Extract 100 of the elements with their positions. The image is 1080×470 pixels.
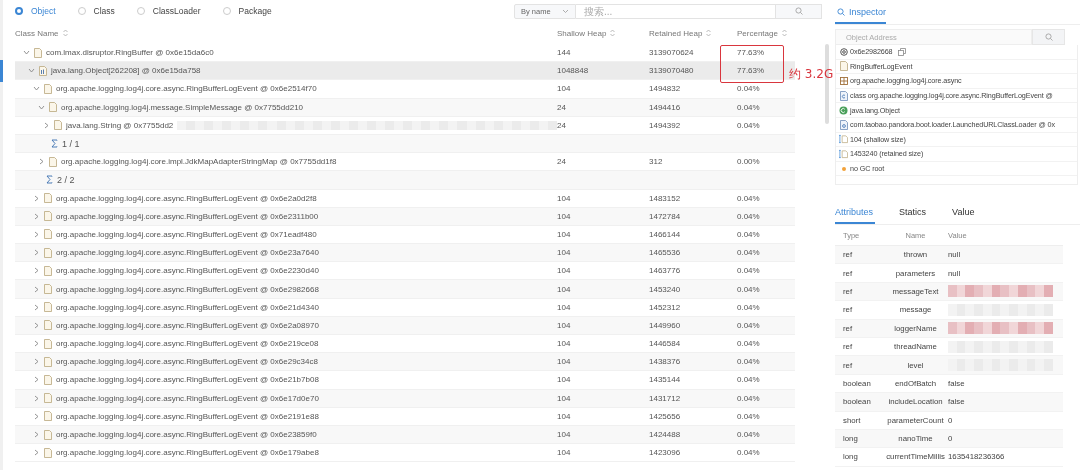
class-name: java.lang.String @ 0x7755dd2 <box>66 120 174 130</box>
file-icon <box>54 120 62 131</box>
copy-icon[interactable] <box>898 47 907 56</box>
retained-heap: 1465536 <box>649 248 681 258</box>
summary-row[interactable]: 2 / 2 <box>15 171 795 190</box>
chevron-icon[interactable] <box>33 394 40 402</box>
class-name: org.apache.logging.log4j.message.SimpleMessage @ 0x7755dd210 <box>61 102 304 112</box>
chevron-icon[interactable] <box>33 303 40 311</box>
selection-bar <box>0 60 3 83</box>
shallow-heap: 24 <box>557 102 566 112</box>
retained-heap: 1435144 <box>649 375 681 385</box>
chevron-icon[interactable] <box>33 376 40 384</box>
file-icon <box>44 265 52 276</box>
summary-count: 2 / 2 <box>57 174 75 185</box>
tab[interactable]: Attributes <box>835 207 876 224</box>
column-header[interactable]: Shallow Heap <box>557 28 607 38</box>
table-row[interactable]: org.apache.logging.log4j.core.async.RingBufferLogEvent @ 0x6e29c34c8 104 1438376 0.04% <box>15 353 795 372</box>
chevron-icon[interactable] <box>33 85 40 93</box>
column-header[interactable]: Class Name <box>15 28 59 38</box>
retained-heap: 1431712 <box>649 393 681 403</box>
percentage: 77.63% <box>737 48 765 58</box>
percentage: 0.04% <box>737 248 760 258</box>
shallow-heap: 104 <box>557 320 571 330</box>
retained-heap: 1438376 <box>649 357 681 367</box>
chevron-icon[interactable] <box>33 267 40 275</box>
class-name: org.apache.logging.log4j.core.async.RingBufferLogEvent @ 0x6e2311b00 <box>56 211 319 221</box>
retained-heap: 1449960 <box>649 320 681 330</box>
file-icon <box>44 193 52 204</box>
retained-heap: 1466144 <box>649 229 681 239</box>
percentage: 0.04% <box>737 284 760 294</box>
file-icon <box>44 247 52 258</box>
retained-heap: 1463776 <box>649 266 681 276</box>
chevron-icon[interactable] <box>43 121 50 129</box>
chevron-icon[interactable] <box>33 431 40 439</box>
search-field[interactable]: 搜索... <box>576 3 776 19</box>
shallow-heap: 104 <box>557 393 571 403</box>
chevron-icon[interactable] <box>38 158 45 166</box>
file-icon <box>44 447 52 458</box>
chevron-icon[interactable] <box>33 230 40 238</box>
shallow-heap: 104 <box>557 339 571 349</box>
search-icon <box>837 8 845 16</box>
chevron-icon[interactable] <box>33 194 40 202</box>
file-icon <box>44 83 52 94</box>
radio-button[interactable]: ClassLoader <box>136 6 201 16</box>
summary-count: 1 / 1 <box>62 138 80 149</box>
chevron-icon[interactable] <box>33 340 40 348</box>
shallow-heap: 104 <box>557 375 571 385</box>
chevron-icon[interactable] <box>33 412 40 420</box>
table-row[interactable]: org.apache.logging.log4j.core.async.RingBufferLogEvent @ 0x6e2982668 104 1453240 0.04% <box>15 280 795 299</box>
class-name: com.lmax.disruptor.RingBuffer @ 0x6e15da6c0 <box>46 48 214 58</box>
retained-heap: 1446584 <box>649 339 681 349</box>
column-header[interactable]: Percentage <box>737 28 778 38</box>
sort-icon[interactable] <box>610 29 616 37</box>
file-icon <box>44 374 52 385</box>
class-name: org.apache.logging.log4j.core.async.RingBufferLogEvent @ 0x6e29c34c8 <box>56 357 318 367</box>
inspector-tab[interactable]: Inspector <box>835 7 887 24</box>
search-button[interactable] <box>776 3 822 19</box>
table-row[interactable]: org.apache.logging.log4j.core.async.RingBufferLogEvent @ 0x6e23a7640 104 1465536 0.04% <box>15 244 795 263</box>
chevron-icon[interactable] <box>33 321 40 329</box>
sort-icon[interactable] <box>62 29 68 37</box>
file-icon <box>44 393 52 404</box>
shallow-heap: 104 <box>557 411 571 421</box>
chevron-icon[interactable] <box>23 49 30 57</box>
retained-heap: 1423096 <box>649 448 681 458</box>
class-circle-icon <box>839 105 848 115</box>
shallow-heap: 104 <box>557 229 571 239</box>
class-name: org.apache.logging.log4j.core.async.RingBufferLogEvent @ 0x71eadf480 <box>56 229 317 239</box>
class-name: org.apache.logging.log4j.core.async.RingBufferLogEvent @ 0x6e2191e88 <box>56 411 319 421</box>
tab[interactable]: Statics <box>899 207 929 224</box>
class-name: org.apache.logging.log4j.core.async.RingBufferLogEvent @ 0x6e21d4340 <box>56 302 319 312</box>
class-name: java.lang.Object[262208] @ 0x6e15da758 <box>51 66 201 76</box>
percentage: 0.04% <box>737 393 760 403</box>
search-button[interactable] <box>1032 29 1065 45</box>
chevron-icon[interactable] <box>33 249 40 257</box>
radio-button[interactable]: Class <box>77 6 115 16</box>
shallow-heap: 1048848 <box>557 66 589 76</box>
percentage: 0.04% <box>737 120 760 130</box>
chevron-icon[interactable] <box>38 103 45 111</box>
chevron-icon[interactable] <box>33 449 40 457</box>
file-icon <box>44 429 52 440</box>
retained-heap: 1494416 <box>649 102 681 112</box>
file-icon <box>44 411 52 422</box>
shallow-heap: 104 <box>557 448 571 458</box>
retained-heap: 1472784 <box>649 211 681 221</box>
shallow-heap: 104 <box>557 84 571 94</box>
chevron-icon[interactable] <box>28 67 35 75</box>
column-header[interactable]: Retained Heap <box>649 28 703 38</box>
radio-button[interactable]: Package <box>222 6 272 16</box>
retained-heap: 312 <box>649 157 663 167</box>
radio-button[interactable]: Object <box>15 6 56 16</box>
sort-icon[interactable] <box>781 29 787 37</box>
chevron-icon[interactable] <box>33 358 40 366</box>
percentage: 0.04% <box>737 411 760 421</box>
dot-icon <box>840 165 847 172</box>
chevron-icon[interactable] <box>33 285 40 293</box>
tab[interactable]: Value <box>952 207 977 224</box>
caret-icon <box>562 8 569 14</box>
chevron-icon[interactable] <box>33 212 40 220</box>
sort-icon[interactable] <box>706 29 712 37</box>
retained-heap: 3139070480 <box>649 66 694 76</box>
